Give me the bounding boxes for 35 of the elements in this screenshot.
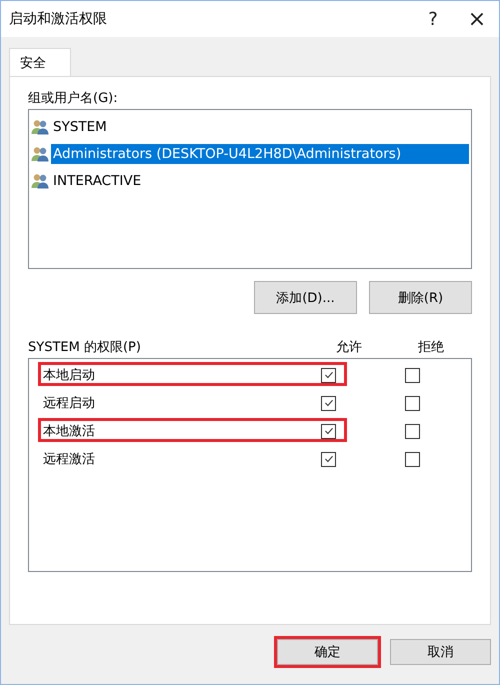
checkmark-icon bbox=[324, 370, 334, 380]
button[interactable]: 添加(D)... bbox=[254, 281, 357, 314]
column-header: 拒绝 bbox=[417, 339, 445, 356]
column-header: 允许 bbox=[335, 339, 363, 356]
checkbox[interactable] bbox=[405, 368, 420, 382]
permission-name: 本地激活 bbox=[43, 423, 96, 440]
checkbox[interactable] bbox=[405, 452, 420, 466]
user-group-icon bbox=[31, 172, 49, 188]
checkbox[interactable] bbox=[321, 424, 336, 438]
group-label: 组或用户名(G): bbox=[28, 90, 119, 107]
help-button[interactable]: ? bbox=[411, 4, 455, 34]
checkmark-icon bbox=[324, 426, 334, 436]
user-list[interactable]: SYSTEM Administrators (DESKTOP-U4L2H8D\Administrators) INTERACTIVE bbox=[28, 109, 472, 269]
checkbox[interactable] bbox=[321, 452, 336, 466]
user-group-icon bbox=[31, 118, 49, 134]
permissions-label: SYSTEM 的权限(P) bbox=[28, 339, 142, 356]
checkbox[interactable] bbox=[321, 396, 336, 410]
button[interactable]: 取消 bbox=[390, 639, 491, 665]
checkbox[interactable] bbox=[321, 368, 336, 382]
button[interactable]: 删除(R) bbox=[369, 281, 472, 314]
list-item[interactable]: SYSTEM bbox=[51, 116, 109, 136]
tab[interactable]: 安全 bbox=[9, 48, 71, 76]
window-title: 启动和激活权限 bbox=[9, 10, 107, 28]
checkbox[interactable] bbox=[405, 396, 420, 410]
close-button[interactable]: × bbox=[455, 4, 499, 34]
highlighted-button[interactable]: 确定 bbox=[277, 639, 378, 665]
user-group-icon bbox=[31, 146, 49, 162]
permission-name: 本地启动 bbox=[43, 367, 96, 384]
list-item[interactable]: INTERACTIVE bbox=[51, 170, 144, 190]
permission-name: 远程启动 bbox=[43, 395, 96, 412]
checkmark-icon bbox=[324, 398, 334, 408]
list-item[interactable]: Administrators (DESKTOP-U4L2H8D\Administrators) bbox=[51, 144, 469, 164]
permission-name: 远程激活 bbox=[43, 451, 96, 468]
checkmark-icon bbox=[324, 454, 334, 464]
checkbox[interactable] bbox=[405, 424, 420, 438]
